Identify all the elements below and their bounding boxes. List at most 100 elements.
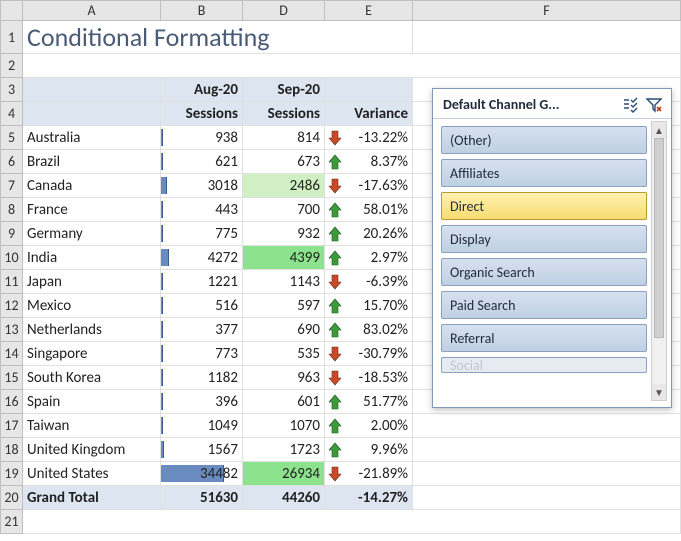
row-header-1[interactable]: 1 bbox=[1, 21, 23, 54]
sep-sessions-cell[interactable]: 1070 bbox=[243, 414, 325, 438]
row-header-9[interactable]: 9 bbox=[1, 222, 23, 246]
aug-sessions-cell[interactable]: 443 bbox=[161, 198, 243, 222]
grand-total-aug[interactable]: 51630 bbox=[161, 486, 243, 510]
col-header-E[interactable]: E bbox=[325, 1, 413, 21]
variance-cell[interactable]: 83.02% bbox=[325, 318, 413, 342]
sep-sessions-cell[interactable]: 26934 bbox=[243, 462, 325, 486]
sep-sessions-cell[interactable]: 673 bbox=[243, 150, 325, 174]
variance-cell[interactable]: 2.97% bbox=[325, 246, 413, 270]
variance-cell[interactable]: -21.89% bbox=[325, 462, 413, 486]
slicer-item[interactable]: Display bbox=[441, 225, 647, 253]
row-header-14[interactable]: 14 bbox=[1, 342, 23, 366]
slicer-panel[interactable]: Default Channel G... (Other) Affiliates Di… bbox=[432, 88, 672, 408]
col-header-F[interactable]: F bbox=[413, 1, 681, 21]
variance-cell[interactable]: 58.01% bbox=[325, 198, 413, 222]
slicer-item[interactable]: Paid Search bbox=[441, 291, 647, 319]
slicer-item[interactable]: Direct bbox=[441, 192, 647, 220]
aug-sessions-cell[interactable]: 4272 bbox=[161, 246, 243, 270]
aug-sessions-cell[interactable]: 396 bbox=[161, 390, 243, 414]
slicer-item[interactable]: Social bbox=[441, 357, 647, 373]
sep-sessions-cell[interactable]: 700 bbox=[243, 198, 325, 222]
select-all-corner[interactable] bbox=[1, 1, 23, 21]
col-header-B[interactable]: B bbox=[161, 1, 243, 21]
scroll-up-icon[interactable]: ▲ bbox=[652, 122, 666, 138]
sep-sessions-cell[interactable]: 2486 bbox=[243, 174, 325, 198]
sep-sessions-cell[interactable]: 1723 bbox=[243, 438, 325, 462]
row-header-13[interactable]: 13 bbox=[1, 318, 23, 342]
sep-sessions-cell[interactable]: 1143 bbox=[243, 270, 325, 294]
variance-cell[interactable]: -13.22% bbox=[325, 126, 413, 150]
hdr-variance[interactable]: Variance bbox=[325, 102, 413, 126]
aug-sessions-cell[interactable]: 377 bbox=[161, 318, 243, 342]
slicer-scrollbar[interactable]: ▲ ▼ bbox=[651, 121, 667, 401]
clear-filter-icon[interactable] bbox=[643, 94, 665, 116]
sep-sessions-cell[interactable]: 597 bbox=[243, 294, 325, 318]
hdr-sep[interactable]: Sep-20 bbox=[243, 78, 325, 102]
hdr-aug-sessions[interactable]: Sessions bbox=[161, 102, 243, 126]
aug-sessions-cell[interactable]: 1221 bbox=[161, 270, 243, 294]
row-header-7[interactable]: 7 bbox=[1, 174, 23, 198]
grand-total-sep[interactable]: 44260 bbox=[243, 486, 325, 510]
slicer-item[interactable]: Affiliates bbox=[441, 159, 647, 187]
slicer-item[interactable]: Organic Search bbox=[441, 258, 647, 286]
country-cell[interactable]: Brazil bbox=[23, 150, 161, 174]
country-cell[interactable]: Canada bbox=[23, 174, 161, 198]
row-header-5[interactable]: 5 bbox=[1, 126, 23, 150]
sep-sessions-cell[interactable]: 535 bbox=[243, 342, 325, 366]
country-cell[interactable]: Taiwan bbox=[23, 414, 161, 438]
country-cell[interactable]: United Kingdom bbox=[23, 438, 161, 462]
grand-total-label[interactable]: Grand Total bbox=[23, 486, 161, 510]
col-header-D[interactable]: D bbox=[243, 1, 325, 21]
row-header-2[interactable]: 2 bbox=[1, 54, 23, 78]
row-header-19[interactable]: 19 bbox=[1, 462, 23, 486]
scroll-down-icon[interactable]: ▼ bbox=[652, 384, 666, 400]
slicer-item[interactable]: (Other) bbox=[441, 126, 647, 154]
row-header-6[interactable]: 6 bbox=[1, 150, 23, 174]
row-header-17[interactable]: 17 bbox=[1, 414, 23, 438]
country-cell[interactable]: Japan bbox=[23, 270, 161, 294]
multi-select-icon[interactable] bbox=[619, 94, 641, 116]
aug-sessions-cell[interactable]: 34482 bbox=[161, 462, 243, 486]
row-header-12[interactable]: 12 bbox=[1, 294, 23, 318]
row-header-18[interactable]: 18 bbox=[1, 438, 23, 462]
country-cell[interactable]: Netherlands bbox=[23, 318, 161, 342]
country-cell[interactable]: France bbox=[23, 198, 161, 222]
variance-cell[interactable]: 15.70% bbox=[325, 294, 413, 318]
country-cell[interactable]: Singapore bbox=[23, 342, 161, 366]
aug-sessions-cell[interactable]: 3018 bbox=[161, 174, 243, 198]
row-header-4[interactable]: 4 bbox=[1, 102, 23, 126]
scroll-thumb[interactable] bbox=[654, 138, 664, 338]
country-cell[interactable]: Spain bbox=[23, 390, 161, 414]
row-header-16[interactable]: 16 bbox=[1, 390, 23, 414]
row-header-21[interactable]: 21 bbox=[1, 510, 23, 534]
row-header-15[interactable]: 15 bbox=[1, 366, 23, 390]
sep-sessions-cell[interactable]: 601 bbox=[243, 390, 325, 414]
country-cell[interactable]: United States bbox=[23, 462, 161, 486]
row-header-11[interactable]: 11 bbox=[1, 270, 23, 294]
aug-sessions-cell[interactable]: 1567 bbox=[161, 438, 243, 462]
aug-sessions-cell[interactable]: 621 bbox=[161, 150, 243, 174]
page-title[interactable]: Conditional Formatting bbox=[23, 21, 413, 54]
variance-cell[interactable]: 9.96% bbox=[325, 438, 413, 462]
row-header-3[interactable]: 3 bbox=[1, 78, 23, 102]
col-header-A[interactable]: A bbox=[23, 1, 161, 21]
grand-total-var[interactable]: -14.27% bbox=[325, 486, 413, 510]
aug-sessions-cell[interactable]: 1049 bbox=[161, 414, 243, 438]
hdr-sep-sessions[interactable]: Sessions bbox=[243, 102, 325, 126]
aug-sessions-cell[interactable]: 773 bbox=[161, 342, 243, 366]
hdr-aug[interactable]: Aug-20 bbox=[161, 78, 243, 102]
aug-sessions-cell[interactable]: 775 bbox=[161, 222, 243, 246]
row-header-20[interactable]: 20 bbox=[1, 486, 23, 510]
aug-sessions-cell[interactable]: 1182 bbox=[161, 366, 243, 390]
variance-cell[interactable]: 20.26% bbox=[325, 222, 413, 246]
country-cell[interactable]: South Korea bbox=[23, 366, 161, 390]
country-cell[interactable]: Mexico bbox=[23, 294, 161, 318]
variance-cell[interactable]: -17.63% bbox=[325, 174, 413, 198]
slicer-header[interactable]: Default Channel G... bbox=[433, 89, 671, 119]
sep-sessions-cell[interactable]: 4399 bbox=[243, 246, 325, 270]
country-cell[interactable]: Australia bbox=[23, 126, 161, 150]
variance-cell[interactable]: -30.79% bbox=[325, 342, 413, 366]
variance-cell[interactable]: 8.37% bbox=[325, 150, 413, 174]
variance-cell[interactable]: -6.39% bbox=[325, 270, 413, 294]
variance-cell[interactable]: 2.00% bbox=[325, 414, 413, 438]
